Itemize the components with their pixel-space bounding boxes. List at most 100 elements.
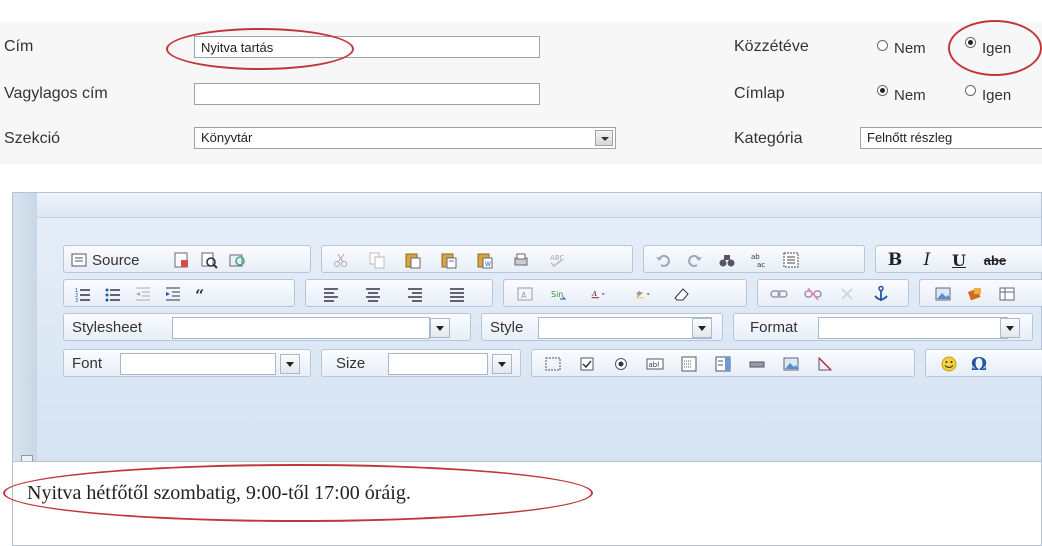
- paste-text-icon: [441, 253, 457, 269]
- strikethrough-button[interactable]: abe: [980, 250, 1010, 270]
- bulleted-list-icon: [105, 288, 120, 302]
- text-direction-button[interactable]: A: [514, 284, 536, 304]
- published-yes-radio[interactable]: [965, 37, 976, 48]
- preview-button[interactable]: [198, 250, 220, 270]
- chevron-down-icon[interactable]: [692, 318, 712, 338]
- spellcheck-button[interactable]: ABC: [546, 250, 568, 270]
- editor-content-area[interactable]: Nyitva hétfőtől szombatig, 9:00-től 17:0…: [3, 461, 1041, 545]
- image-button[interactable]: [932, 284, 954, 304]
- bulleted-list-button[interactable]: [102, 284, 124, 304]
- size-select[interactable]: [388, 353, 488, 375]
- title-label: Cím: [4, 38, 34, 55]
- radio-button[interactable]: [610, 354, 632, 374]
- anchor-button[interactable]: [870, 284, 892, 304]
- anchor-icon: [874, 285, 888, 301]
- smiley-button[interactable]: [938, 354, 960, 374]
- bold-button[interactable]: B: [884, 250, 906, 270]
- toolbar-group-links: [757, 279, 909, 307]
- unlink-alt-button[interactable]: [836, 284, 858, 304]
- frontpage-no-radio[interactable]: [877, 85, 888, 96]
- alt-title-input[interactable]: [194, 83, 540, 105]
- align-left-button[interactable]: [320, 284, 342, 304]
- textfield-icon: abl: [646, 358, 664, 370]
- paste-button[interactable]: [402, 250, 424, 270]
- text-color-button[interactable]: A: [582, 284, 618, 304]
- copy-icon: [369, 252, 385, 269]
- outdent-button[interactable]: [132, 284, 154, 304]
- chevron-down-icon[interactable]: [280, 354, 300, 374]
- save-template-button[interactable]: [170, 250, 192, 270]
- toolbar-group-document: Source: [63, 245, 311, 273]
- print-button[interactable]: [510, 250, 532, 270]
- svg-text:3: 3: [75, 298, 78, 303]
- cut-button[interactable]: [330, 250, 352, 270]
- remove-format-button[interactable]: [670, 284, 692, 304]
- align-right-button[interactable]: [404, 284, 426, 304]
- numbered-list-button[interactable]: 123: [72, 284, 94, 304]
- text-box-icon: A: [517, 287, 533, 301]
- svg-text:W: W: [485, 261, 491, 268]
- replace-button[interactable]: ab ac: [748, 250, 770, 270]
- chevron-down-icon[interactable]: [1000, 318, 1020, 338]
- table-icon: [999, 287, 1015, 301]
- source-button[interactable]: Source: [70, 250, 166, 270]
- toolbar-group-style: Style: [481, 313, 723, 341]
- toolbar-group-special: Ω: [925, 349, 1042, 377]
- published-no-radio[interactable]: [877, 40, 888, 51]
- textarea-icon: [681, 356, 697, 372]
- size-label: Size: [336, 355, 366, 372]
- frontpage-yes-radio[interactable]: [965, 85, 976, 96]
- hidden-field-button[interactable]: [814, 354, 836, 374]
- toolbar-collapse-bar[interactable]: [37, 193, 1041, 218]
- find-button[interactable]: [716, 250, 738, 270]
- toolbar-group-format: Format: [733, 313, 1033, 341]
- frontpage-yes-label: Igen: [982, 87, 1012, 104]
- redo-button[interactable]: [684, 250, 706, 270]
- paste-text-button[interactable]: [438, 250, 460, 270]
- language-button[interactable]: Sin: [548, 284, 570, 304]
- checkbox-button[interactable]: [576, 354, 598, 374]
- indent-button[interactable]: [162, 284, 184, 304]
- style-select[interactable]: [538, 317, 712, 339]
- category-select[interactable]: Felnőtt részleg: [860, 127, 1042, 149]
- background-color-button[interactable]: ab: [626, 284, 664, 304]
- format-select[interactable]: [818, 317, 1008, 339]
- flash-button[interactable]: [964, 284, 986, 304]
- select-field-button[interactable]: [712, 354, 734, 374]
- textarea-button[interactable]: [678, 354, 700, 374]
- copy-button[interactable]: [366, 250, 388, 270]
- section-select[interactable]: Könyvtár: [194, 127, 616, 149]
- undo-button[interactable]: [652, 250, 674, 270]
- preview-icon: [201, 252, 218, 269]
- italic-button[interactable]: I: [916, 250, 938, 270]
- paste-word-button[interactable]: W: [474, 250, 496, 270]
- svg-text:A: A: [521, 291, 527, 300]
- justify-button[interactable]: [446, 284, 468, 304]
- unlink-button[interactable]: [802, 284, 824, 304]
- svg-text:abl: abl: [649, 361, 660, 369]
- blockquote-button[interactable]: “: [192, 284, 214, 304]
- link-button[interactable]: [768, 284, 790, 304]
- stylesheet-select[interactable]: [172, 317, 430, 339]
- section-select-value: Könyvtár: [201, 130, 253, 145]
- form-button-button[interactable]: [746, 354, 768, 374]
- select-all-button[interactable]: [780, 250, 802, 270]
- underline-button[interactable]: U: [948, 250, 970, 270]
- chevron-down-icon[interactable]: [595, 130, 613, 146]
- template-icon: [174, 252, 188, 268]
- smiley-icon: [941, 356, 957, 372]
- chevron-down-icon[interactable]: [492, 354, 512, 374]
- special-char-button[interactable]: Ω: [968, 354, 990, 375]
- templates-button[interactable]: [226, 250, 248, 270]
- quote-icon: “: [195, 286, 204, 303]
- break-link-icon: [841, 288, 853, 300]
- textfield-button[interactable]: abl: [644, 354, 666, 374]
- font-select[interactable]: [120, 353, 276, 375]
- align-center-button[interactable]: [362, 284, 384, 304]
- form-button[interactable]: [542, 354, 564, 374]
- image-button-button[interactable]: [780, 354, 802, 374]
- format-label: Format: [750, 319, 798, 336]
- title-input[interactable]: [194, 36, 540, 58]
- table-button[interactable]: [996, 284, 1018, 304]
- chevron-down-icon[interactable]: [430, 318, 450, 338]
